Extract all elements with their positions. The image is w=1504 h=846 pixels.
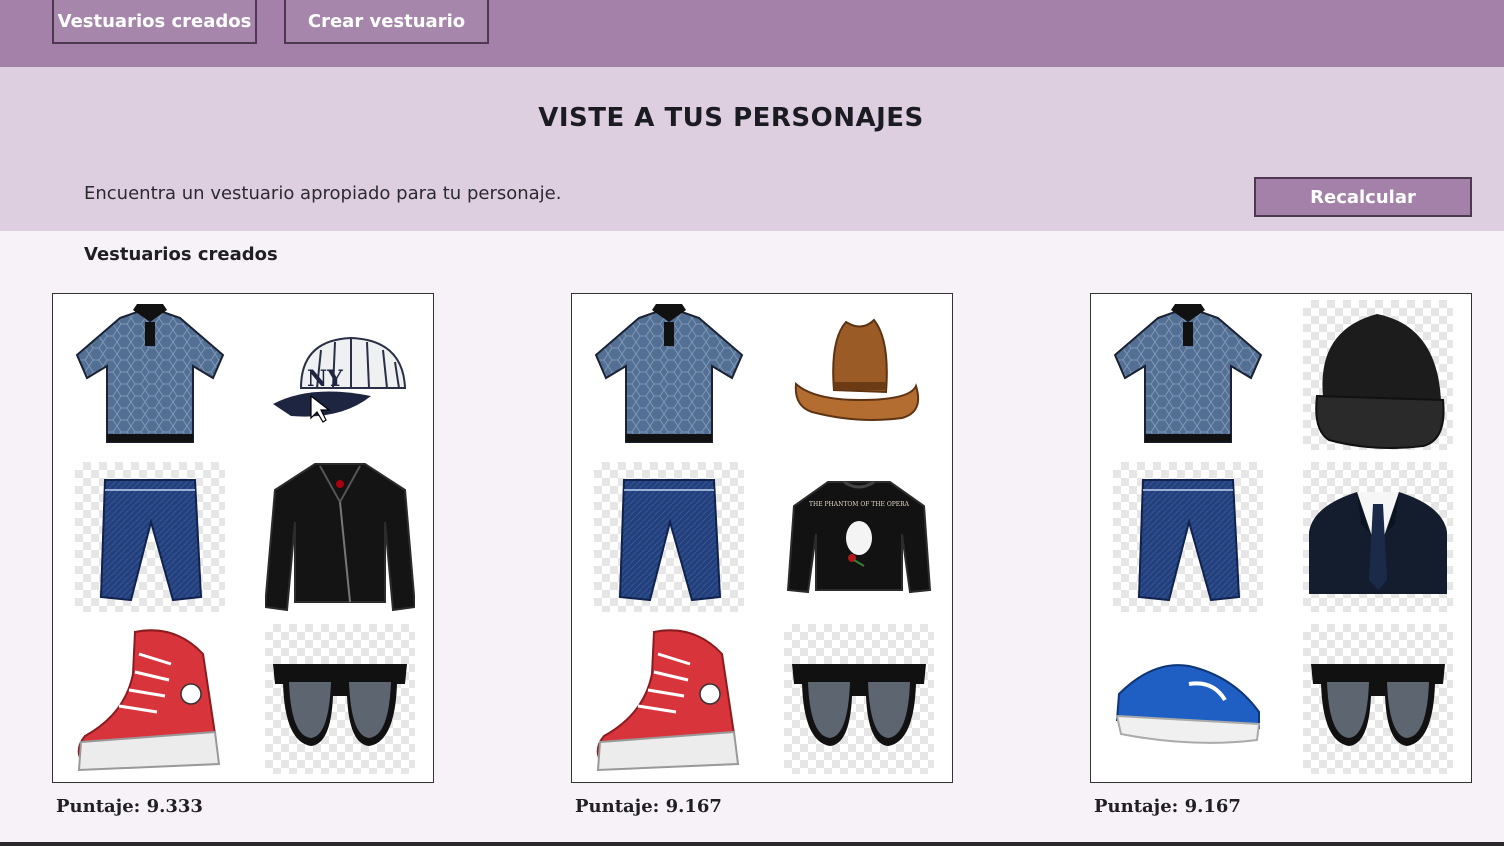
- red-sneaker-icon: [75, 624, 225, 774]
- section-heading: Vestuarios creados: [84, 244, 278, 265]
- polo-shirt-icon: [1113, 300, 1263, 450]
- page-subtitle: Encuentra un vestuario apropiado para tu…: [84, 183, 562, 204]
- leather-jacket-icon: [265, 462, 415, 612]
- polo-shirt-icon: [594, 300, 744, 450]
- sunglasses-icon: [784, 624, 934, 774]
- running-shoe-icon: [1113, 624, 1263, 774]
- jeans-icon: [594, 462, 744, 612]
- page-title: VISTE A TUS PERSONAJES: [538, 103, 924, 133]
- outfit-score-1: Puntaje: 9.333: [56, 796, 203, 817]
- svg-text:NY: NY: [307, 366, 343, 392]
- sweatshirt-icon: THE PHANTOM OF THE OPERA: [784, 462, 934, 612]
- tab-crear-vestuario[interactable]: Crear vestuario: [284, 0, 489, 44]
- beanie-icon: [1303, 300, 1453, 450]
- jeans-icon: [75, 462, 225, 612]
- tab-vestuarios-creados[interactable]: Vestuarios creados: [52, 0, 257, 44]
- outfit-card-1[interactable]: NY: [52, 293, 434, 783]
- jeans-icon: [1113, 462, 1263, 612]
- recalculate-button[interactable]: Recalcular: [1254, 177, 1472, 217]
- top-nav-bar: Vestuarios creados Crear vestuario: [0, 0, 1504, 67]
- outfit-card-3[interactable]: [1090, 293, 1472, 783]
- outfit-card-2[interactable]: THE PHANTOM OF THE OPERA: [571, 293, 953, 783]
- baseball-cap-icon: NY: [271, 300, 421, 450]
- cowboy-hat-icon: [784, 300, 934, 450]
- outfit-score-2: Puntaje: 9.167: [575, 796, 722, 817]
- red-sneaker-icon: [594, 624, 744, 774]
- hero-section: VISTE A TUS PERSONAJES Encuentra un vest…: [0, 67, 1504, 231]
- polo-shirt-icon: [75, 300, 225, 450]
- svg-text:THE PHANTOM OF THE OPERA: THE PHANTOM OF THE OPERA: [809, 501, 910, 508]
- sunglasses-icon: [1303, 624, 1453, 774]
- suit-icon: [1303, 462, 1453, 612]
- outfit-score-3: Puntaje: 9.167: [1094, 796, 1241, 817]
- sunglasses-icon: [265, 624, 415, 774]
- bottom-divider: [0, 842, 1504, 846]
